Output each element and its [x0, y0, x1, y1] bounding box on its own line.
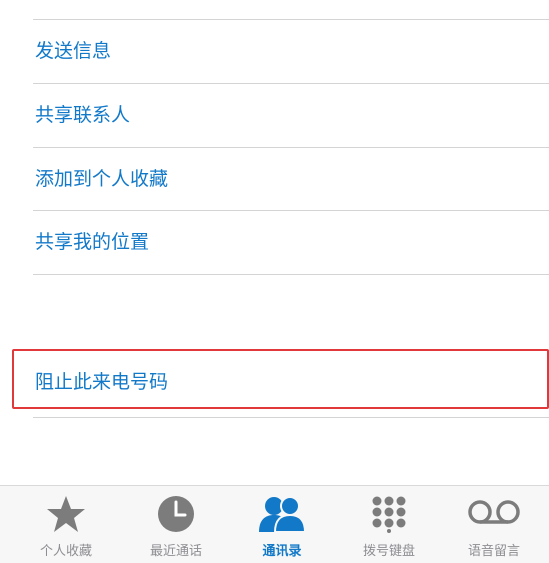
tab-keypad[interactable]: 拨号键盘 [334, 486, 444, 563]
share-contact-action[interactable]: 共享联系人 [35, 106, 130, 125]
tab-label: 最近通话 [149, 544, 202, 559]
star-icon [46, 495, 86, 537]
tab-voicemail[interactable]: 语音留言 [439, 486, 549, 563]
keypad-icon [370, 495, 408, 537]
list-separator [33, 83, 549, 84]
tab-label: 语音留言 [467, 544, 520, 559]
clock-icon [157, 495, 195, 537]
list-separator [33, 417, 549, 418]
list-separator [33, 147, 549, 148]
tab-recents[interactable]: 最近通话 [121, 486, 231, 563]
add-to-favorites-action[interactable]: 添加到个人收藏 [35, 170, 168, 189]
tab-label: 拨号键盘 [362, 544, 415, 559]
send-message-action[interactable]: 发送信息 [35, 42, 111, 61]
list-separator [33, 19, 549, 20]
contacts-icon [257, 495, 307, 537]
tab-label: 通讯录 [262, 544, 302, 559]
tab-label: 个人收藏 [39, 544, 92, 559]
tab-contacts[interactable]: 通讯录 [227, 486, 337, 563]
tab-bar: 个人收藏 最近通话 通讯录 拨号键盘 语音留言 [0, 485, 549, 563]
voicemail-icon [467, 495, 521, 537]
contact-actions-screen: 发送信息 共享联系人 添加到个人收藏 共享我的位置 阻止此来电号码 个人收藏 最… [0, 0, 549, 563]
list-separator [33, 210, 549, 211]
share-my-location-action[interactable]: 共享我的位置 [35, 233, 149, 252]
list-separator [33, 274, 549, 275]
block-caller-action[interactable]: 阻止此来电号码 [35, 373, 168, 392]
tab-favorites[interactable]: 个人收藏 [11, 486, 121, 563]
